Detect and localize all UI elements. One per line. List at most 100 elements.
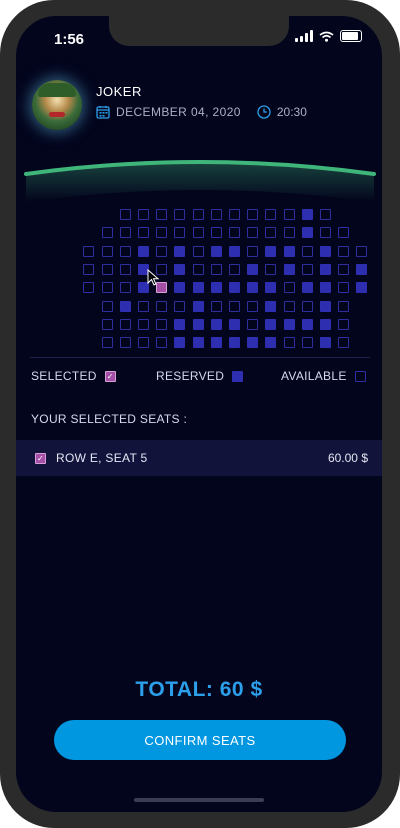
seat-available[interactable] <box>211 301 222 312</box>
seat-reserved <box>320 264 331 275</box>
seat-available[interactable] <box>302 246 313 257</box>
seat-available[interactable] <box>211 209 222 220</box>
seat-available[interactable] <box>320 209 331 220</box>
seat-available[interactable] <box>174 209 185 220</box>
seat-available[interactable] <box>83 264 94 275</box>
seat-available[interactable] <box>102 227 113 238</box>
seat-available[interactable] <box>102 301 113 312</box>
seat-available[interactable] <box>120 227 131 238</box>
seat-available[interactable] <box>338 301 349 312</box>
seat-reserved <box>229 337 240 348</box>
legend-available-label: AVAILABLE <box>281 369 347 383</box>
seat-available[interactable] <box>338 264 349 275</box>
confirm-seats-button[interactable]: CONFIRM SEATS <box>54 720 346 760</box>
seat-reserved <box>211 282 222 293</box>
seat-available[interactable] <box>229 227 240 238</box>
seat-price: 60.00 $ <box>327 451 368 465</box>
seat-available[interactable] <box>102 246 113 257</box>
seat-available[interactable] <box>320 227 331 238</box>
seat-available[interactable] <box>138 227 149 238</box>
seat-available[interactable] <box>138 319 149 330</box>
seat-available[interactable] <box>156 246 167 257</box>
seat-available[interactable] <box>102 264 113 275</box>
seat-available[interactable] <box>156 301 167 312</box>
selected-seats-heading: YOUR SELECTED SEATS : <box>31 412 188 426</box>
seat-available[interactable] <box>211 264 222 275</box>
seat-available[interactable] <box>120 209 131 220</box>
seat-reserved <box>302 282 313 293</box>
seat-reserved <box>265 319 276 330</box>
seat-available[interactable] <box>156 319 167 330</box>
seat-available[interactable] <box>302 264 313 275</box>
seat-available[interactable] <box>284 227 295 238</box>
seat-available[interactable] <box>174 227 185 238</box>
seat-available[interactable] <box>174 301 185 312</box>
divider <box>30 357 370 358</box>
seat-label: ROW E, SEAT 5 <box>56 451 148 465</box>
seat-available[interactable] <box>211 227 222 238</box>
seat-reserved <box>211 319 222 330</box>
seat-available[interactable] <box>193 264 204 275</box>
seat-available[interactable] <box>338 337 349 348</box>
seat-available[interactable] <box>120 264 131 275</box>
legend-reserved: RESERVED <box>156 369 244 383</box>
seat-available[interactable] <box>356 246 367 257</box>
legend-available: AVAILABLE <box>281 369 366 383</box>
seat-available[interactable] <box>102 282 113 293</box>
seat-available[interactable] <box>138 209 149 220</box>
seat-reserved <box>356 264 367 275</box>
seat-reserved <box>320 246 331 257</box>
seat-available[interactable] <box>265 264 276 275</box>
seat-available[interactable] <box>229 264 240 275</box>
seat-reserved <box>174 264 185 275</box>
seat-available[interactable] <box>302 337 313 348</box>
seat-available[interactable] <box>338 246 349 257</box>
seat-available[interactable] <box>156 337 167 348</box>
seat-available[interactable] <box>120 319 131 330</box>
seat-available[interactable] <box>247 301 258 312</box>
phone-frame: 1:56 JOKER DECEMBER 04, 2020 20:30 SELEC… <box>0 0 400 828</box>
seat-reserved <box>174 282 185 293</box>
seat-available[interactable] <box>102 337 113 348</box>
seat-available[interactable] <box>156 209 167 220</box>
seat-reserved <box>356 282 367 293</box>
seat-reserved <box>229 246 240 257</box>
seat-available[interactable] <box>284 282 295 293</box>
seat-available[interactable] <box>193 209 204 220</box>
seat-available[interactable] <box>156 227 167 238</box>
seat-available[interactable] <box>193 246 204 257</box>
seat-available[interactable] <box>138 301 149 312</box>
seat-available[interactable] <box>247 319 258 330</box>
seat-reserved <box>193 301 204 312</box>
seat-available[interactable] <box>302 301 313 312</box>
seat-available[interactable] <box>284 209 295 220</box>
seat-available[interactable] <box>284 337 295 348</box>
seat-available[interactable] <box>338 282 349 293</box>
seat-available[interactable] <box>120 246 131 257</box>
seat-available[interactable] <box>193 227 204 238</box>
seat-reserved <box>193 337 204 348</box>
seat-reserved <box>284 246 295 257</box>
seat-available[interactable] <box>138 337 149 348</box>
seat-available[interactable] <box>338 227 349 238</box>
seat-available[interactable] <box>83 246 94 257</box>
seat-available[interactable] <box>247 227 258 238</box>
seat-available[interactable] <box>265 227 276 238</box>
seat-available[interactable] <box>284 301 295 312</box>
seat-reserved <box>320 282 331 293</box>
legend-reserved-label: RESERVED <box>156 369 225 383</box>
seat-available[interactable] <box>229 209 240 220</box>
seat-available[interactable] <box>83 282 94 293</box>
selected-seat-row[interactable]: ✓ ROW E, SEAT 5 60.00 $ <box>16 440 382 476</box>
seat-available[interactable] <box>102 319 113 330</box>
seat-available[interactable] <box>247 246 258 257</box>
seat-available[interactable] <box>229 301 240 312</box>
home-indicator <box>134 798 264 802</box>
seat-available[interactable] <box>338 319 349 330</box>
seat-checkbox[interactable]: ✓ <box>35 452 46 464</box>
seat-available[interactable] <box>247 209 258 220</box>
seat-available[interactable] <box>120 282 131 293</box>
reserved-swatch <box>232 370 244 382</box>
seat-available[interactable] <box>120 337 131 348</box>
seat-available[interactable] <box>265 209 276 220</box>
